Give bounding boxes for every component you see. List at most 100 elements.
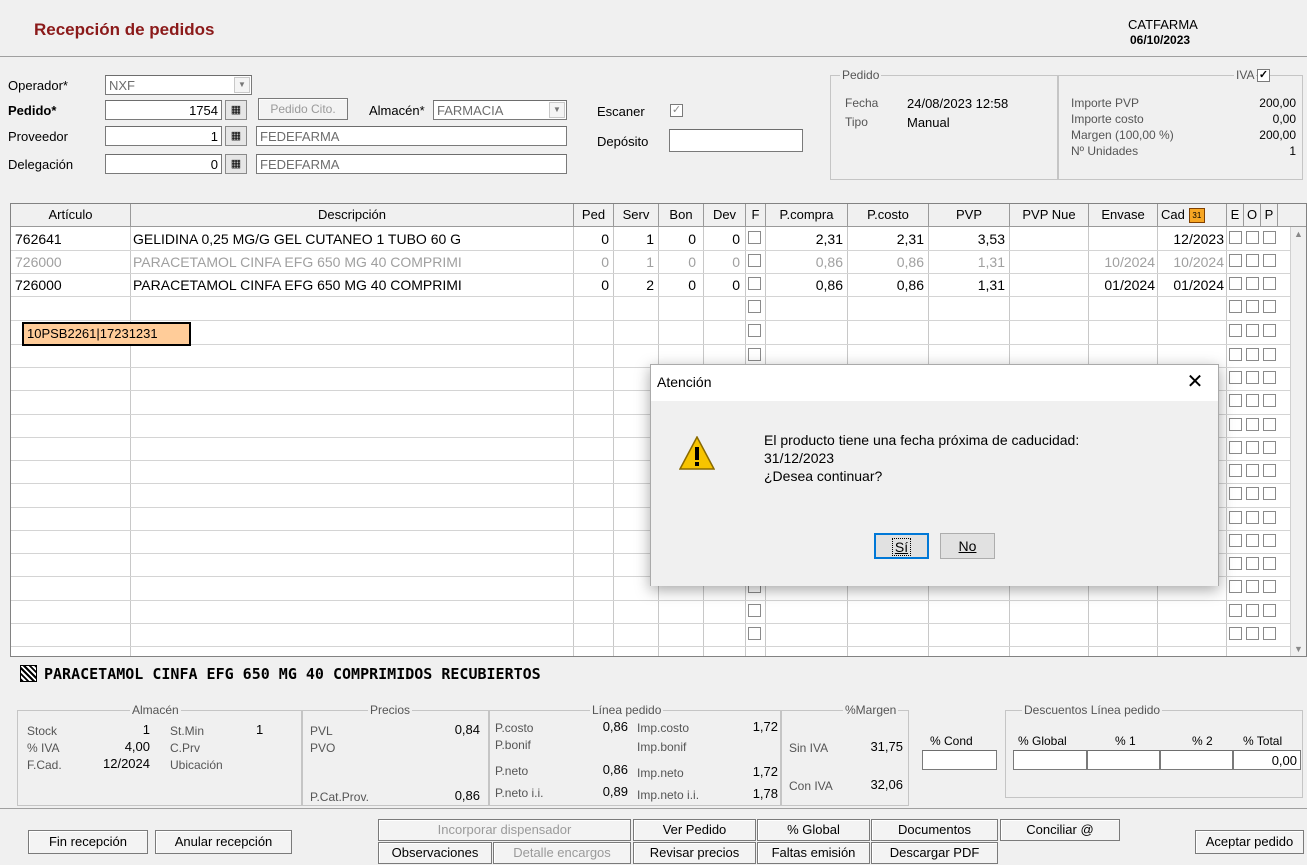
f-checkbox[interactable] — [748, 277, 761, 290]
fin-recepcion-button[interactable]: Fin recepción — [28, 830, 148, 854]
row-flag-checkbox[interactable] — [1246, 511, 1259, 524]
row-flag-checkbox[interactable] — [1229, 394, 1242, 407]
cell-ped[interactable]: 0 — [574, 275, 609, 295]
col-header-ped[interactable]: Ped — [574, 204, 614, 227]
row-flag-checkbox[interactable] — [1263, 627, 1276, 640]
cell-pcompra[interactable]: 0,86 — [766, 275, 843, 295]
f-checkbox[interactable] — [748, 627, 761, 640]
no-button[interactable]: No — [940, 533, 995, 559]
deposito-field[interactable] — [669, 129, 803, 152]
cell-ped[interactable]: 0 — [574, 229, 609, 249]
cell-descripcion[interactable]: GELIDINA 0,25 MG/G GEL CUTANEO 1 TUBO 60… — [133, 229, 571, 249]
almacen-select[interactable]: FARMACIA ▼ — [433, 100, 567, 120]
row-flag-checkbox[interactable] — [1229, 277, 1242, 290]
aceptar-pedido-button[interactable]: Aceptar pedido — [1195, 830, 1304, 854]
cell-dev[interactable]: 0 — [704, 229, 740, 249]
ver-pedido-button[interactable]: Ver Pedido — [633, 819, 756, 841]
cell-descripcion[interactable]: PARACETAMOL CINFA EFG 650 MG 40 COMPRIMI — [133, 252, 571, 272]
anular-recepcion-button[interactable]: Anular recepción — [155, 830, 292, 854]
row-flag-checkbox[interactable] — [1263, 580, 1276, 593]
cell-cad[interactable]: 01/2024 — [1158, 275, 1224, 295]
cell-pvp[interactable]: 3,53 — [929, 229, 1005, 249]
col-header-f[interactable]: F — [746, 204, 766, 227]
article-edit-input[interactable]: 10PSB2261|17231231 — [22, 322, 191, 346]
row-flag-checkbox[interactable] — [1246, 300, 1259, 313]
row-flag-checkbox[interactable] — [1246, 604, 1259, 617]
escaner-checkbox[interactable]: ✓ — [670, 104, 683, 117]
documentos-button[interactable]: Documentos — [871, 819, 998, 841]
cell-envase[interactable] — [1089, 229, 1155, 249]
cell-serv[interactable]: 2 — [614, 275, 654, 295]
col-header-o[interactable]: O — [1244, 204, 1261, 227]
row-flag-checkbox[interactable] — [1263, 604, 1276, 617]
pedido-cito-button[interactable]: Pedido Cito. — [258, 98, 348, 120]
col-header-serv[interactable]: Serv — [614, 204, 659, 227]
row-flag-checkbox[interactable] — [1246, 487, 1259, 500]
row-flag-checkbox[interactable] — [1263, 324, 1276, 337]
cell-serv[interactable]: 1 — [614, 252, 654, 272]
col-header-p[interactable]: P — [1261, 204, 1278, 227]
yes-button[interactable]: Sí — [874, 533, 929, 559]
row-flag-checkbox[interactable] — [1229, 464, 1242, 477]
delegacion-search-icon[interactable]: ▦ — [225, 154, 247, 174]
incorporar-dispensador-button[interactable]: Incorporar dispensador — [378, 819, 631, 841]
row-flag-checkbox[interactable] — [1263, 371, 1276, 384]
row-flag-checkbox[interactable] — [1263, 418, 1276, 431]
col-header-envase[interactable]: Envase — [1089, 204, 1158, 227]
cell-pcosto[interactable]: 0,86 — [848, 252, 924, 272]
row-flag-checkbox[interactable] — [1263, 394, 1276, 407]
row-flag-checkbox[interactable] — [1229, 580, 1242, 593]
row-flag-checkbox[interactable] — [1229, 487, 1242, 500]
row-flag-checkbox[interactable] — [1246, 371, 1259, 384]
row-flag-checkbox[interactable] — [1246, 277, 1259, 290]
iva-checkbox[interactable]: ✓ — [1257, 69, 1270, 82]
cell-pcompra[interactable]: 2,31 — [766, 229, 843, 249]
row-flag-checkbox[interactable] — [1229, 371, 1242, 384]
f-checkbox[interactable] — [748, 604, 761, 617]
faltas-emision-button[interactable]: Faltas emisión — [757, 842, 870, 864]
row-flag-checkbox[interactable] — [1246, 627, 1259, 640]
row-flag-checkbox[interactable] — [1263, 254, 1276, 267]
cell-envase[interactable]: 10/2024 — [1089, 252, 1155, 272]
cell-descripcion[interactable]: PARACETAMOL CINFA EFG 650 MG 40 COMPRIMI — [133, 275, 571, 295]
col-header-pcosto[interactable]: P.costo — [848, 204, 929, 227]
col-header-dev[interactable]: Dev — [704, 204, 746, 227]
f-checkbox[interactable] — [748, 300, 761, 313]
grid-scrollbar[interactable]: ▲ ▼ — [1290, 227, 1306, 656]
f-checkbox[interactable] — [748, 231, 761, 244]
row-flag-checkbox[interactable] — [1229, 511, 1242, 524]
row-flag-checkbox[interactable] — [1246, 441, 1259, 454]
pedido-field[interactable]: 1754 — [105, 100, 222, 120]
row-flag-checkbox[interactable] — [1246, 534, 1259, 547]
d2-field[interactable] — [1160, 750, 1233, 770]
row-flag-checkbox[interactable] — [1229, 254, 1242, 267]
cell-articulo[interactable]: 726000 — [15, 252, 127, 272]
row-flag-checkbox[interactable] — [1263, 277, 1276, 290]
cell-pcosto[interactable]: 2,31 — [848, 229, 924, 249]
d1-field[interactable] — [1087, 750, 1160, 770]
row-flag-checkbox[interactable] — [1246, 348, 1259, 361]
cell-bon[interactable]: 0 — [659, 275, 696, 295]
cell-articulo[interactable]: 762641 — [15, 229, 127, 249]
row-flag-checkbox[interactable] — [1246, 580, 1259, 593]
conciliar-button[interactable]: Conciliar @ — [1000, 819, 1120, 841]
row-flag-checkbox[interactable] — [1229, 441, 1242, 454]
row-flag-checkbox[interactable] — [1229, 534, 1242, 547]
cell-pvp[interactable]: 1,31 — [929, 275, 1005, 295]
detalle-encargos-button[interactable]: Detalle encargos — [493, 842, 631, 864]
total-field[interactable]: 0,00 — [1233, 750, 1301, 770]
row-flag-checkbox[interactable] — [1263, 348, 1276, 361]
cell-pvp[interactable]: 1,31 — [929, 252, 1005, 272]
row-flag-checkbox[interactable] — [1229, 627, 1242, 640]
col-header-pvp[interactable]: PVP — [929, 204, 1010, 227]
row-flag-checkbox[interactable] — [1263, 487, 1276, 500]
row-flag-checkbox[interactable] — [1246, 394, 1259, 407]
col-header-cad[interactable]: Cad 31 — [1158, 204, 1227, 227]
row-flag-checkbox[interactable] — [1246, 557, 1259, 570]
pedido-search-icon[interactable]: ▦ — [225, 100, 247, 120]
global-field[interactable] — [1013, 750, 1087, 770]
cell-envase[interactable]: 01/2024 — [1089, 275, 1155, 295]
row-flag-checkbox[interactable] — [1229, 231, 1242, 244]
revisar-precios-button[interactable]: Revisar precios — [633, 842, 756, 864]
cell-cad[interactable]: 10/2024 — [1158, 252, 1224, 272]
